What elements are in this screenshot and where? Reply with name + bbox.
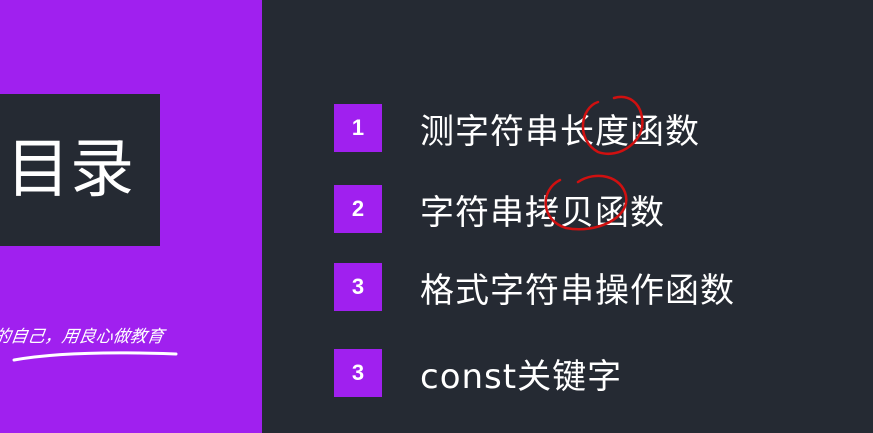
toc-label: 字符串拷贝函数 <box>420 192 665 233</box>
toc-label: 格式字符串操作函数 <box>420 270 735 311</box>
table-of-contents: 1 测字符串长度函数 2 字符串拷贝函数 3 格式字符串操作函数 3 const… <box>262 0 873 433</box>
toc-number: 1 <box>334 104 382 152</box>
toc-label: 测字符串长度函数 <box>420 111 700 152</box>
title-box: 目录 <box>0 94 160 246</box>
toc-item-2[interactable]: 2 字符串拷贝函数 <box>334 185 665 233</box>
toc-item-3[interactable]: 3 格式字符串操作函数 <box>334 263 735 311</box>
left-panel: 目录 的自己，用良心做教育 <box>0 0 262 433</box>
toc-number: 2 <box>334 185 382 233</box>
toc-label: const关键字 <box>420 356 623 397</box>
toc-item-4[interactable]: 3 const关键字 <box>334 349 622 397</box>
slogan-underline <box>12 351 178 362</box>
slogan: 的自己，用良心做教育 <box>0 327 166 347</box>
page-title: 目录 <box>6 133 134 207</box>
toc-number: 3 <box>334 349 382 397</box>
toc-item-1[interactable]: 1 测字符串长度函数 <box>334 104 700 152</box>
toc-number: 3 <box>334 263 382 311</box>
